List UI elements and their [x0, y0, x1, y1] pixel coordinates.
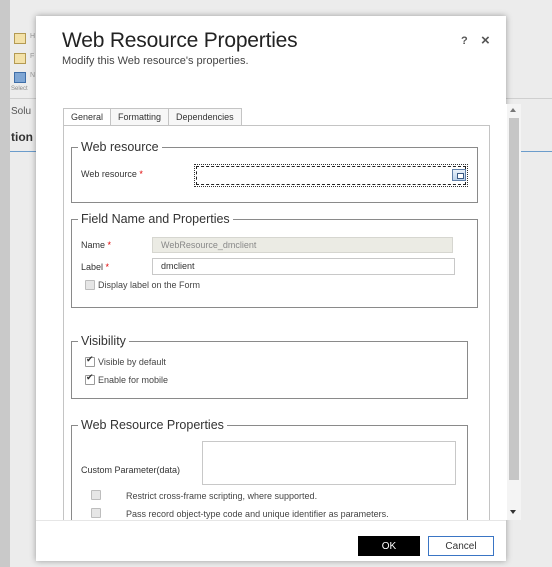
background-solution-text: Solu: [11, 106, 32, 117]
name-field: WebResource_dmclient: [152, 237, 453, 253]
field-name-section: Field Name and Properties Name * WebReso…: [71, 211, 478, 308]
restrict-cross-frame-checkbox[interactable]: [91, 490, 101, 500]
visibility-legend: Visibility: [78, 333, 129, 349]
field-name-legend: Field Name and Properties: [78, 211, 233, 227]
cancel-button[interactable]: Cancel: [428, 536, 494, 556]
web-resource-properties-section: Web Resource Properties Custom Parameter…: [71, 417, 468, 520]
custom-parameter-label: Custom Parameter(data): [81, 465, 181, 475]
name-label: Name *: [81, 240, 112, 250]
tab-formatting[interactable]: Formatting: [110, 108, 169, 126]
tab-dependencies[interactable]: Dependencies: [168, 108, 242, 126]
web-resource-legend: Web resource: [78, 139, 162, 155]
display-label-checkbox[interactable]: [85, 280, 95, 290]
general-tab-panel: Web resource Web resource * Field Name a…: [63, 125, 490, 520]
web-resource-properties-dialog: Web Resource Properties Modify this Web …: [36, 16, 521, 561]
ribbon-item-icon: [14, 72, 26, 83]
dialog-title: Web Resource Properties: [62, 29, 298, 52]
tab-general[interactable]: General: [63, 108, 111, 126]
ribbon-item-icon: [14, 33, 26, 44]
visibility-section: Visibility Visible by default Enable for…: [71, 333, 468, 399]
ribbon-item-label: H: [30, 33, 36, 40]
dialog-subtitle: Modify this Web resource's properties.: [62, 55, 249, 67]
display-label-text: Display label on the Form: [98, 280, 201, 290]
ribbon-item-icon: [14, 53, 26, 64]
scroll-up-icon[interactable]: [510, 108, 516, 112]
lookup-icon[interactable]: [452, 169, 466, 181]
pass-record-checkbox[interactable]: [91, 508, 101, 518]
required-marker: *: [107, 240, 112, 250]
properties-legend: Web Resource Properties: [78, 417, 227, 433]
web-resource-label: Web resource *: [81, 169, 143, 179]
vertical-scrollbar[interactable]: [507, 104, 521, 520]
required-marker: *: [139, 169, 143, 179]
close-icon[interactable]: ×: [481, 32, 490, 49]
visible-by-default-checkbox[interactable]: [85, 355, 95, 367]
scroll-down-icon[interactable]: [510, 510, 516, 514]
restrict-cross-frame-text: Restrict cross-frame scripting, where su…: [126, 491, 318, 501]
help-icon[interactable]: ?: [461, 35, 468, 47]
ribbon-item-label: N: [30, 72, 36, 79]
required-marker: *: [105, 262, 110, 272]
web-resource-section: Web resource Web resource *: [71, 139, 478, 203]
enable-for-mobile-checkbox[interactable]: [85, 373, 95, 385]
enable-for-mobile-text: Enable for mobile: [98, 375, 169, 385]
label-field[interactable]: dmclient: [152, 258, 455, 275]
scroll-thumb[interactable]: [509, 118, 519, 480]
web-resource-lookup-input[interactable]: [194, 164, 468, 187]
background-select-text: Select: [11, 86, 28, 92]
pass-record-text: Pass record object-type code and unique …: [126, 509, 389, 519]
background-heading-text: tion: [11, 130, 33, 144]
tab-bar: General Formatting Dependencies: [63, 108, 242, 126]
ok-button[interactable]: OK: [358, 536, 420, 556]
visible-by-default-text: Visible by default: [98, 357, 166, 367]
ribbon-item-label: F: [30, 53, 35, 60]
dialog-footer: OK Cancel: [36, 520, 506, 561]
custom-parameter-textarea[interactable]: [202, 441, 456, 485]
label-label: Label *: [81, 262, 110, 272]
properties-frame: General Formatting Dependencies Web reso…: [57, 104, 507, 520]
